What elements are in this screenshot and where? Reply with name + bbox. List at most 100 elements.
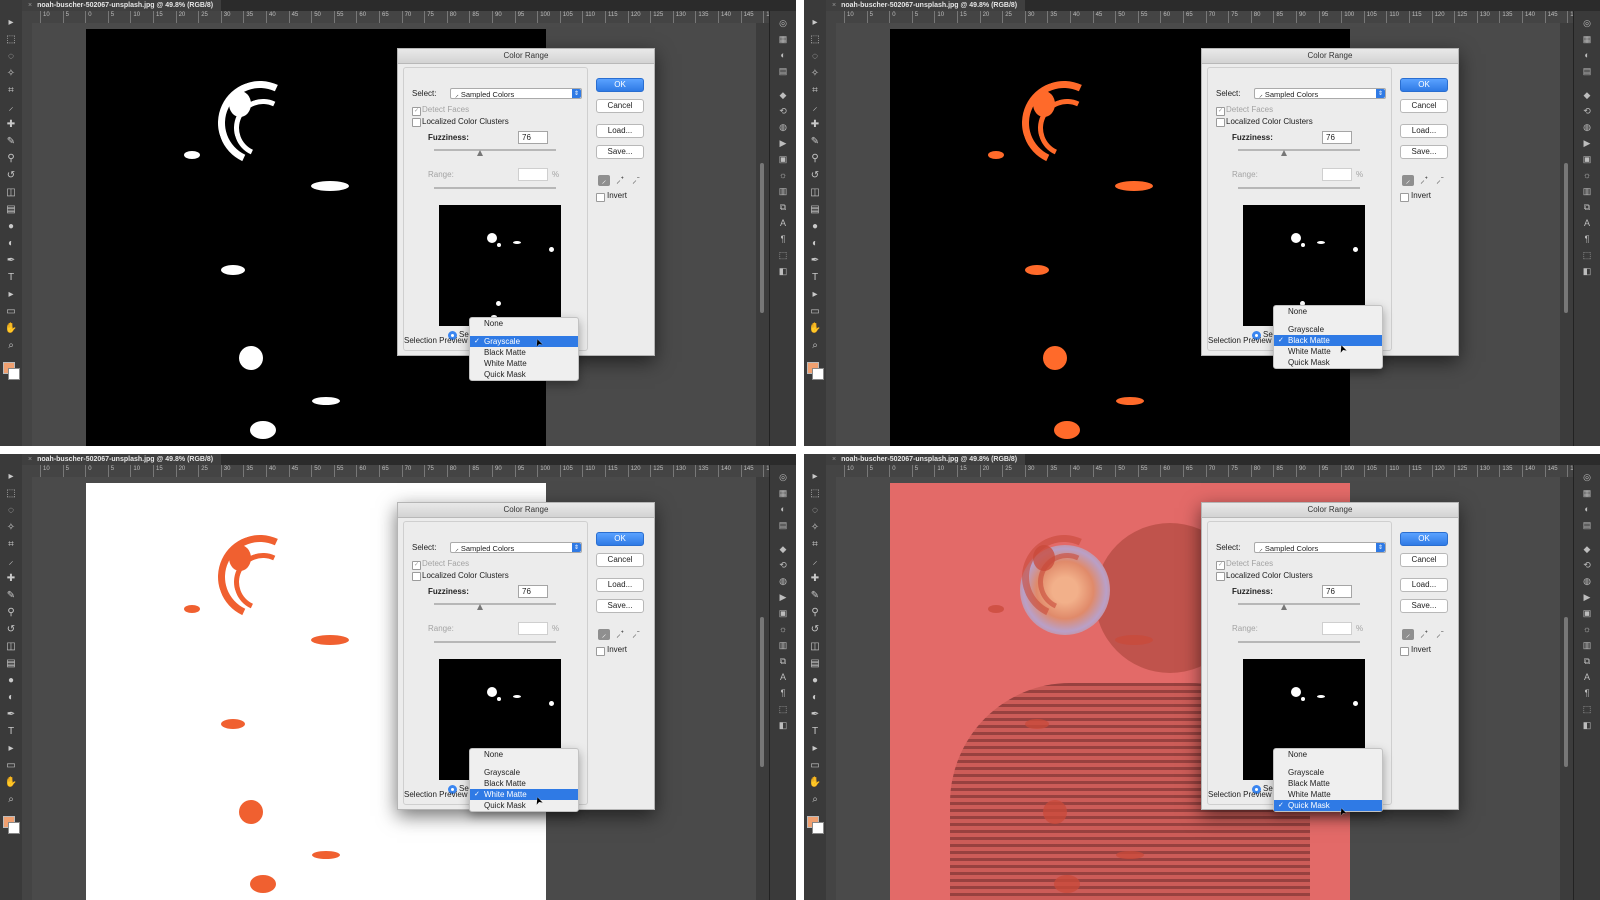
stamp-icon[interactable]: ⚲ — [4, 152, 18, 166]
fuzziness-slider-thumb[interactable] — [477, 150, 483, 156]
panel-icon[interactable]: ▣ — [1580, 153, 1594, 165]
selection-preview-menu[interactable]: None ✓ Grayscale Black Matte White Matte Quic… — [469, 317, 579, 381]
move-icon[interactable]: ▸ — [4, 470, 18, 484]
stamp-icon[interactable]: ⚲ — [808, 152, 822, 166]
invert-checkbox[interactable] — [1400, 193, 1409, 202]
panel-icon[interactable]: ▶ — [1580, 137, 1594, 149]
eraser-icon[interactable]: ◫ — [808, 186, 822, 200]
menu-item[interactable]: Black Matte — [470, 778, 578, 789]
fuzziness-slider-track[interactable] — [434, 603, 556, 605]
panel-icon[interactable]: ◐ — [1580, 503, 1594, 515]
panel-icon[interactable]: ◍ — [776, 575, 790, 587]
shape-icon[interactable]: ▭ — [4, 305, 18, 319]
marquee-icon[interactable]: ⬚ — [808, 33, 822, 47]
magic-wand-icon[interactable]: ✧ — [4, 67, 18, 81]
scrollbar-thumb[interactable] — [1564, 617, 1568, 767]
dodge-icon[interactable]: ◐ — [4, 691, 18, 705]
eyedropper-icon[interactable]: ⸝ — [598, 175, 610, 186]
brush-icon[interactable]: ✎ — [4, 135, 18, 149]
menu-item[interactable]: Grayscale — [470, 767, 578, 778]
healing-icon[interactable]: ✚ — [4, 572, 18, 586]
load-button[interactable]: Load... — [1400, 578, 1448, 592]
range-input[interactable] — [518, 622, 548, 635]
type-icon[interactable]: T — [4, 271, 18, 285]
panel-icon[interactable]: ▦ — [776, 33, 790, 45]
panel-icon[interactable]: ▶ — [1580, 591, 1594, 603]
panel-icon[interactable]: ⟲ — [776, 559, 790, 571]
ok-button[interactable]: OK — [1400, 532, 1448, 546]
marquee-icon[interactable]: ⬚ — [808, 487, 822, 501]
panel-icon[interactable]: ⧉ — [776, 201, 790, 213]
detect-faces-checkbox[interactable]: ✓ — [1216, 107, 1225, 116]
panel-icon[interactable]: ▶ — [776, 591, 790, 603]
menu-item[interactable]: White Matte — [1274, 789, 1382, 800]
menu-item[interactable]: Black Matte — [1274, 778, 1382, 789]
close-tab-icon[interactable]: × — [832, 2, 836, 9]
zoom-icon[interactable]: ⌕ — [808, 339, 822, 353]
panel-icon[interactable]: ◆ — [1580, 89, 1594, 101]
blur-icon[interactable]: ● — [4, 220, 18, 234]
panel-icon[interactable]: ▣ — [776, 153, 790, 165]
zoom-icon[interactable]: ⌕ — [4, 339, 18, 353]
subtract-eyedropper-icon[interactable]: ⸝⁻ — [1434, 175, 1446, 186]
shape-icon[interactable]: ▭ — [808, 759, 822, 773]
panel-icon[interactable]: ▤ — [776, 519, 790, 531]
menu-item[interactable]: Quick Mask — [470, 800, 578, 811]
invert-checkbox[interactable] — [596, 193, 605, 202]
vertical-scrollbar[interactable] — [756, 477, 769, 900]
history-brush-icon[interactable]: ↺ — [4, 623, 18, 637]
type-icon[interactable]: T — [808, 725, 822, 739]
menu-item[interactable]: Grayscale — [1274, 767, 1382, 778]
magic-wand-icon[interactable]: ✧ — [808, 521, 822, 535]
panel-icon[interactable]: ⟲ — [776, 105, 790, 117]
load-button[interactable]: Load... — [596, 124, 644, 138]
eraser-icon[interactable]: ◫ — [808, 640, 822, 654]
panel-icon[interactable]: ▥ — [776, 639, 790, 651]
panel-icon[interactable]: ◐ — [1580, 49, 1594, 61]
panel-icon[interactable]: ⧉ — [1580, 201, 1594, 213]
hand-icon[interactable]: ✋ — [4, 776, 18, 790]
panel-icon[interactable]: ◆ — [1580, 543, 1594, 555]
pen-icon[interactable]: ✒ — [808, 254, 822, 268]
eyedropper-icon[interactable]: ⸝ — [1402, 629, 1414, 640]
move-icon[interactable]: ▸ — [808, 16, 822, 30]
cancel-button[interactable]: Cancel — [596, 99, 644, 113]
document-tab[interactable]: × noah-buscher-502067-unsplash.jpg @ 49.8… — [826, 0, 1026, 11]
save-button[interactable]: Save... — [1400, 599, 1448, 613]
subtract-eyedropper-icon[interactable]: ⸝⁻ — [1434, 629, 1446, 640]
close-tab-icon[interactable]: × — [832, 456, 836, 463]
eraser-icon[interactable]: ◫ — [4, 640, 18, 654]
fuzziness-input[interactable]: 76 — [1322, 131, 1352, 144]
menu-item[interactable]: ✓ Black Matte — [1274, 335, 1382, 346]
panel-icon[interactable]: ▦ — [1580, 487, 1594, 499]
panel-icon[interactable]: ⬚ — [1580, 703, 1594, 715]
gradient-icon[interactable]: ▤ — [808, 203, 822, 217]
panel-icon[interactable]: ▦ — [776, 487, 790, 499]
lasso-icon[interactable]: ◌ — [808, 50, 822, 64]
save-button[interactable]: Save... — [596, 599, 644, 613]
selection-preview-menu[interactable]: None Grayscale Black Matte ✓ White Matte Quic… — [469, 748, 579, 812]
range-input[interactable] — [1322, 622, 1352, 635]
eyedropper-icon[interactable]: ⸝ — [4, 101, 18, 115]
path-select-icon[interactable]: ▸ — [808, 288, 822, 302]
range-slider-track[interactable] — [434, 641, 556, 643]
document-tab[interactable]: × noah-buscher-502067-unsplash.jpg @ 49.8… — [22, 0, 222, 11]
menu-item[interactable]: None — [470, 749, 578, 760]
document-tab[interactable]: × noah-buscher-502067-unsplash.jpg @ 49.8… — [22, 454, 222, 465]
selection-preview-menu[interactable]: None Grayscale ✓ Black Matte White Matte Quic… — [1273, 305, 1383, 369]
invert-checkbox[interactable] — [596, 647, 605, 656]
crop-icon[interactable]: ⌗ — [808, 84, 822, 98]
gradient-icon[interactable]: ▤ — [4, 657, 18, 671]
vertical-scrollbar[interactable] — [756, 23, 769, 446]
close-tab-icon[interactable]: × — [28, 2, 32, 9]
panel-icon[interactable]: ◍ — [776, 121, 790, 133]
panel-icon[interactable]: ◐ — [776, 503, 790, 515]
stamp-icon[interactable]: ⚲ — [808, 606, 822, 620]
panel-icon[interactable]: ☼ — [1580, 623, 1594, 635]
menu-item[interactable]: White Matte — [470, 358, 578, 369]
panel-icon[interactable]: ▶ — [776, 137, 790, 149]
panel-icon[interactable]: ▥ — [1580, 185, 1594, 197]
pen-icon[interactable]: ✒ — [808, 708, 822, 722]
fuzziness-slider-thumb[interactable] — [1281, 150, 1287, 156]
panel-icon[interactable]: ◎ — [1580, 17, 1594, 29]
